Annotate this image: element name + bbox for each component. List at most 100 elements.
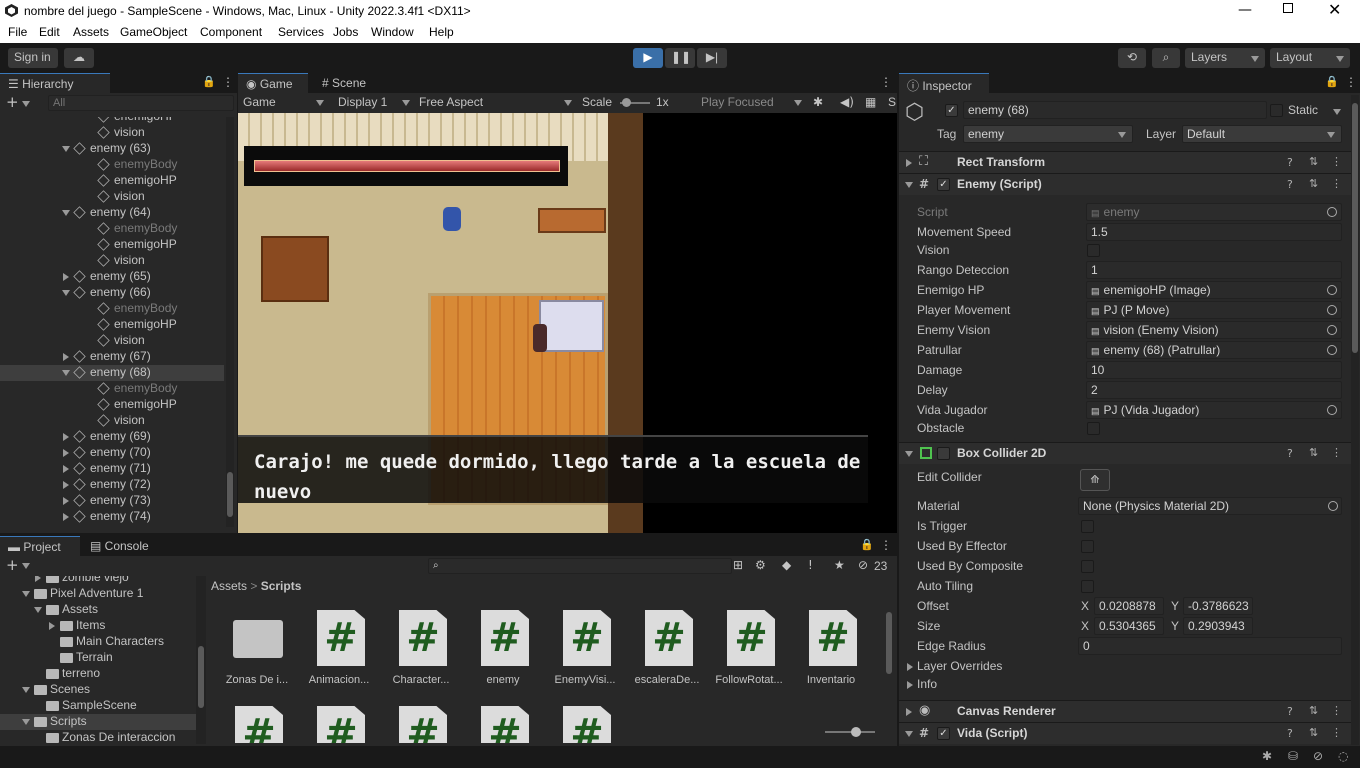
asset-script[interactable]: # EnemyVisi... [543,610,623,700]
search-by-type-icon[interactable]: ⊞ [733,558,743,572]
edit-collider-button[interactable]: ⟰ [1080,469,1110,491]
material-field[interactable]: None (Physics Material 2D) [1078,497,1342,515]
object-picker-icon[interactable] [1327,285,1337,295]
menu-gameobject[interactable]: GameObject [120,25,187,39]
object-picker-icon[interactable] [1327,305,1337,315]
close-icon[interactable]: ✕ [1328,0,1341,19]
game-mode-dropdown[interactable]: Game [243,95,276,109]
lock-icon[interactable]: 🔒 [202,75,216,88]
menu-window[interactable]: Window [371,25,414,39]
add-icon[interactable]: + [6,556,19,574]
warning-icon[interactable]: ! [808,558,813,572]
canvas-renderer-header[interactable]: ◉ Canvas Renderer ? ⇅ ⋮ [899,700,1351,722]
bug-icon[interactable]: ✱ [813,95,823,109]
tab-project[interactable]: ▬ Project [0,536,80,556]
asset-script[interactable]: # FollowRotat... [707,610,787,700]
menu-jobs[interactable]: Jobs [333,25,358,39]
chevron-right-icon[interactable] [63,353,69,361]
help-icon[interactable]: ? [1287,727,1293,740]
offset-y-field[interactable]: -0.3786623 [1183,597,1253,615]
chevron-right-icon[interactable] [63,433,69,441]
search-by-label-icon[interactable]: ⚙ [755,558,766,572]
project-tree-item[interactable]: Items [0,618,196,634]
tab-inspector[interactable]: ⓘ Inspector [899,73,989,93]
hierarchy-row[interactable]: enemy (71) [0,461,224,477]
more-menu-icon[interactable]: ⋮ [1331,446,1342,459]
menu-edit[interactable]: Edit [39,25,60,39]
project-search-input[interactable]: ⌕ [428,558,732,574]
game-canvas[interactable]: Carajo! me quede dormido, llego tarde a … [238,113,897,533]
more-menu-icon[interactable]: ⋮ [880,538,892,552]
field-value[interactable]: ▤ enemy (68) (Patrullar) [1086,341,1342,359]
object-picker-icon[interactable] [1327,207,1337,217]
chevron-down-icon[interactable] [62,210,70,216]
preset-sliders-icon[interactable]: ⇅ [1309,155,1318,168]
field-checkbox[interactable] [1087,244,1100,257]
tab-scene[interactable]: # Scene [314,73,384,93]
tab-game[interactable]: ◉ Game [238,73,308,93]
field-value[interactable]: 1.5 [1086,223,1342,241]
asset-script[interactable]: # [543,706,623,743]
play-button[interactable]: ▶ [633,48,663,68]
vida-script-header[interactable]: # ✓ Vida (Script) ? ⇅ ⋮ [899,722,1351,744]
help-icon[interactable]: ? [1287,178,1293,191]
enemy-script-enabled-checkbox[interactable]: ✓ [937,178,950,191]
hierarchy-row[interactable]: vision [0,333,224,349]
hierarchy-row[interactable]: vision [0,189,224,205]
hierarchy-row[interactable]: enemy (68) [0,365,224,381]
more-menu-icon[interactable]: ⋮ [1331,155,1342,168]
asset-script[interactable]: # [215,706,295,743]
asset-script[interactable]: # Character... [379,610,459,700]
asset-script[interactable]: # [297,706,377,743]
chevron-down-icon[interactable] [1333,109,1341,115]
step-button[interactable]: ▶| [697,48,727,68]
more-menu-icon[interactable]: ⋮ [1331,177,1342,190]
hierarchy-row[interactable]: enemy (70) [0,445,224,461]
hierarchy-row[interactable]: enemy (73) [0,493,224,509]
project-tree-item[interactable]: Pixel Adventure 1 [0,586,196,602]
object-picker-icon[interactable] [1327,405,1337,415]
chevron-right-icon[interactable] [63,273,69,281]
menu-component[interactable]: Component [200,25,262,39]
tag-icon[interactable]: ◆ [782,558,791,572]
chevron-down-icon[interactable] [22,101,30,107]
hierarchy-search-input[interactable] [48,95,234,111]
layout-dropdown[interactable]: Layout [1270,48,1350,68]
maximize-icon[interactable] [1283,3,1293,13]
hierarchy-row[interactable]: vision [0,125,224,141]
lock-icon[interactable]: 🔒 [1325,75,1339,88]
chevron-down-icon[interactable] [34,607,42,613]
cache-server-icon[interactable]: ⛁ [1288,749,1298,763]
favorite-star-icon[interactable]: ★ [834,558,845,572]
static-checkbox[interactable] [1270,104,1283,117]
debug-mode-icon[interactable]: ✱ [1262,749,1272,763]
menu-assets[interactable]: Assets [73,25,109,39]
auto-generate-lighting-icon[interactable]: ⊘ [1313,749,1323,763]
field-value[interactable]: ▤ vision (Enemy Vision) [1086,321,1342,339]
history-icon[interactable]: ⟲ [1118,48,1146,68]
sign-in-button[interactable]: Sign in [8,48,58,68]
chevron-right-icon[interactable] [907,681,913,689]
hierarchy-row[interactable]: enemy (72) [0,477,224,493]
used-by-effector-checkbox[interactable] [1081,540,1094,553]
project-tree-item[interactable]: zombie viejo [0,576,196,586]
hierarchy-row[interactable]: enemy (63) [0,141,224,157]
display-dropdown[interactable]: Display 1 [338,95,387,109]
chevron-down-icon[interactable] [22,591,30,597]
help-icon[interactable]: ? [1287,447,1293,460]
asset-script[interactable]: # escaleraDe... [625,610,705,700]
lock-icon[interactable]: 🔒 [860,538,874,551]
inspector-scrollbar[interactable] [1351,95,1359,745]
preset-sliders-icon[interactable]: ⇅ [1309,726,1318,739]
asset-script[interactable]: # Animacion... [297,610,377,700]
add-icon[interactable]: + [6,93,19,111]
chevron-right-icon[interactable] [63,481,69,489]
project-tree-item[interactable]: Zonas De interaccion [0,730,196,744]
size-x-field[interactable]: 0.5304365 [1094,617,1164,635]
more-menu-icon[interactable]: ⋮ [1331,704,1342,717]
project-tree-item[interactable]: Main Characters [0,634,196,650]
chevron-right-icon[interactable] [63,513,69,521]
speaker-icon[interactable]: ◀) [840,95,854,109]
hidden-packages-icon[interactable]: ⊘ [858,558,868,572]
box-collider-enabled-checkbox[interactable] [937,447,950,460]
